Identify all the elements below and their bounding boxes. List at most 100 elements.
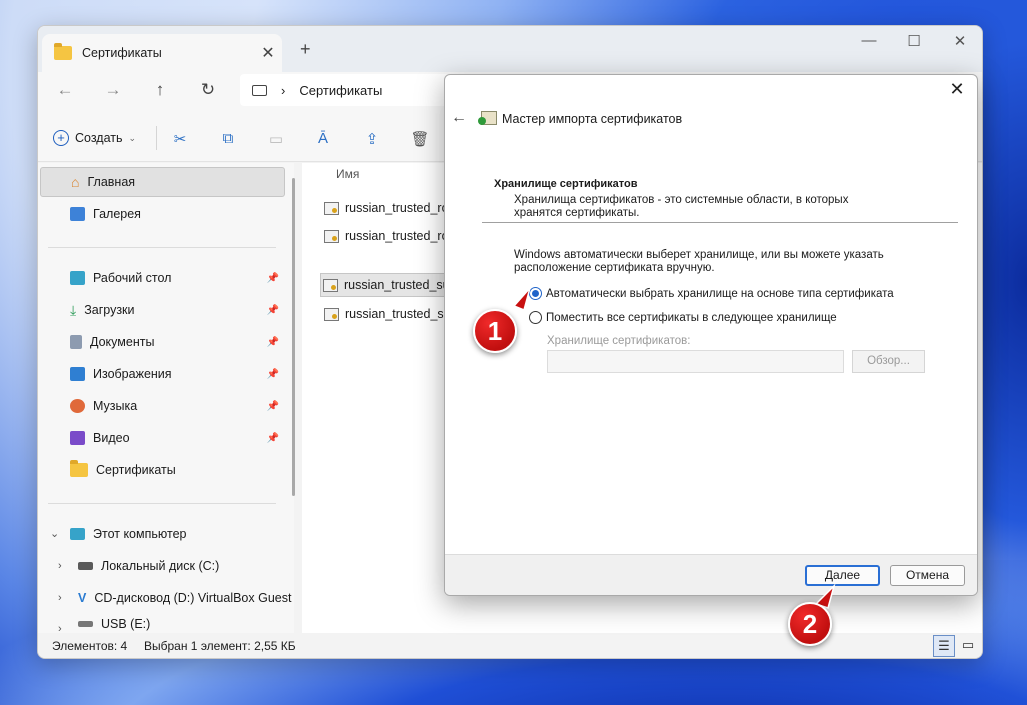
- certificate-wizard-icon: [478, 111, 497, 125]
- status-selection: Выбран 1 элемент: 2,55 КБ: [144, 639, 296, 653]
- sidebar-item-drive-e[interactable]: USB (E:): [40, 615, 285, 633]
- sidebar-item-gallery[interactable]: Галерея: [40, 199, 285, 229]
- cut-icon[interactable]: ✂: [170, 130, 190, 148]
- monitor-icon: [252, 84, 267, 96]
- sidebar-item-label: Главная: [87, 175, 136, 189]
- store-input[interactable]: [547, 350, 844, 373]
- pin-icon: 📌: [266, 432, 279, 444]
- tab-close-icon[interactable]: ✕: [254, 43, 282, 63]
- sidebar-item-label: Сертификаты: [96, 463, 176, 477]
- browse-button[interactable]: Обзор...: [852, 350, 925, 373]
- sidebar-item-home[interactable]: ⌂ Главная: [40, 167, 285, 197]
- sidebar-item-downloads[interactable]: ⤓ Загрузки 📌: [40, 295, 285, 325]
- step-badge-2: 2: [788, 602, 832, 646]
- maximize-icon[interactable]: ☐: [899, 32, 929, 50]
- gallery-icon: [70, 207, 85, 221]
- sidebar-item-label: Музыка: [93, 399, 138, 413]
- sidebar-item-label: Документы: [90, 335, 155, 349]
- pin-icon: 📌: [266, 400, 279, 412]
- chevron-right-icon: ›: [281, 82, 286, 98]
- tiles-view-icon[interactable]: ▭: [957, 635, 979, 657]
- download-icon: ⤓: [70, 301, 77, 318]
- computer-icon: [70, 528, 85, 540]
- address-input[interactable]: › Сертификаты: [240, 74, 450, 106]
- toolbar-divider: [156, 126, 157, 150]
- pictures-icon: [70, 367, 85, 381]
- drive-icon: [78, 562, 93, 570]
- copy-icon[interactable]: ⧉: [218, 130, 238, 148]
- window-close-icon[interactable]: ✕: [945, 32, 975, 50]
- sidebar-divider: [48, 503, 276, 504]
- folder-icon: [70, 460, 88, 477]
- new-tab-icon[interactable]: +: [300, 39, 311, 60]
- up-arrow-icon[interactable]: ↑: [145, 80, 175, 100]
- file-name: russian_trusted_sub: [345, 307, 458, 321]
- home-icon: ⌂: [71, 174, 80, 190]
- column-header-name[interactable]: Имя: [336, 167, 359, 181]
- dialog-close-icon[interactable]: ✕: [945, 79, 969, 100]
- back-arrow-icon[interactable]: ←: [50, 80, 80, 100]
- step-badge-1: 1: [473, 309, 517, 353]
- details-view-icon[interactable]: ☰: [933, 635, 955, 657]
- certificate-import-wizard: ✕ ← Мастер импорта сертификатов Хранилищ…: [444, 74, 978, 596]
- address-path: Сертификаты: [299, 82, 383, 98]
- sidebar-scrollbar[interactable]: [292, 178, 295, 496]
- file-name: russian_trusted_roo: [345, 229, 456, 243]
- certificate-icon: [324, 307, 339, 321]
- explorer-tab[interactable]: Сертификаты ✕: [42, 34, 282, 72]
- option-manual-label: Поместить все сертификаты в следующее хр…: [546, 311, 837, 324]
- sidebar-item-desktop[interactable]: Рабочий стол 📌: [40, 263, 285, 293]
- sidebar-item-drive-c[interactable]: Локальный диск (C:): [40, 551, 285, 581]
- share-icon[interactable]: ⇪: [362, 130, 382, 148]
- sidebar-item-drive-d[interactable]: V CD-дисковод (D:) VirtualBox Guest: [40, 583, 294, 613]
- rename-icon[interactable]: Ā: [313, 130, 333, 148]
- certificate-icon: [324, 229, 339, 243]
- store-field-label: Хранилище сертификатов:: [547, 335, 691, 347]
- sidebar-item-label: Этот компьютер: [93, 527, 187, 541]
- plus-icon: +: [53, 130, 69, 146]
- navigation-pane: ⌂ Главная Галерея Рабочий стол 📌 ⤓ Загру…: [38, 163, 294, 635]
- create-label: Создать: [75, 131, 123, 145]
- option-auto-store[interactable]: Автоматически выбрать хранилище на основ…: [529, 287, 894, 300]
- option-manual-store[interactable]: Поместить все сертификаты в следующее хр…: [529, 311, 837, 324]
- sidebar-divider: [48, 247, 276, 248]
- pin-icon: 📌: [266, 368, 279, 380]
- section-header: Хранилище сертификатов: [494, 178, 638, 190]
- delete-icon[interactable]: 🗑: [410, 130, 430, 148]
- sidebar-item-label: Загрузки: [84, 303, 135, 317]
- file-name: russian_trusted_sub: [344, 278, 457, 292]
- pin-icon: 📌: [266, 272, 279, 284]
- cancel-button[interactable]: Отмена: [890, 565, 965, 586]
- status-bar: Элементов: 4 Выбран 1 элемент: 2,55 КБ: [38, 633, 982, 658]
- sidebar-item-label: Рабочий стол: [93, 271, 172, 285]
- paste-icon[interactable]: ▭: [266, 130, 286, 148]
- sidebar-item-label: Галерея: [93, 207, 141, 221]
- sidebar-item-certificates[interactable]: Сертификаты: [40, 455, 285, 485]
- back-arrow-icon[interactable]: ←: [451, 109, 467, 127]
- status-item-count: Элементов: 4: [52, 639, 128, 653]
- section-description: Хранилища сертификатов - это системные о…: [514, 194, 849, 219]
- section-divider: [482, 222, 958, 223]
- video-icon: [70, 431, 85, 445]
- chevron-down-icon: ⌄: [128, 132, 137, 143]
- sidebar-item-pictures[interactable]: Изображения 📌: [40, 359, 285, 389]
- sidebar-item-music[interactable]: Музыка 📌: [40, 391, 285, 421]
- file-name: russian_trusted_roo: [345, 201, 456, 215]
- create-button[interactable]: + Создать ⌄: [53, 130, 136, 146]
- option-auto-label: Автоматически выбрать хранилище на основ…: [546, 287, 894, 300]
- music-icon: [70, 399, 85, 413]
- minimize-icon[interactable]: —: [854, 32, 884, 49]
- sidebar-item-label: CD-дисковод (D:) VirtualBox Guest: [94, 591, 292, 605]
- usb-drive-icon: [78, 621, 93, 627]
- folder-icon: [54, 43, 72, 60]
- certificate-icon: [324, 201, 339, 215]
- refresh-icon[interactable]: ↻: [193, 80, 223, 100]
- sidebar-item-label: Видео: [93, 431, 130, 445]
- sidebar-item-this-pc[interactable]: Этот компьютер: [40, 519, 285, 549]
- sidebar-item-video[interactable]: Видео 📌: [40, 423, 285, 453]
- forward-arrow-icon[interactable]: →: [98, 80, 128, 100]
- sidebar-item-documents[interactable]: Документы 📌: [40, 327, 285, 357]
- pin-icon: 📌: [266, 304, 279, 316]
- dialog-title: Мастер импорта сертификатов: [502, 112, 683, 126]
- tab-title: Сертификаты: [82, 46, 162, 60]
